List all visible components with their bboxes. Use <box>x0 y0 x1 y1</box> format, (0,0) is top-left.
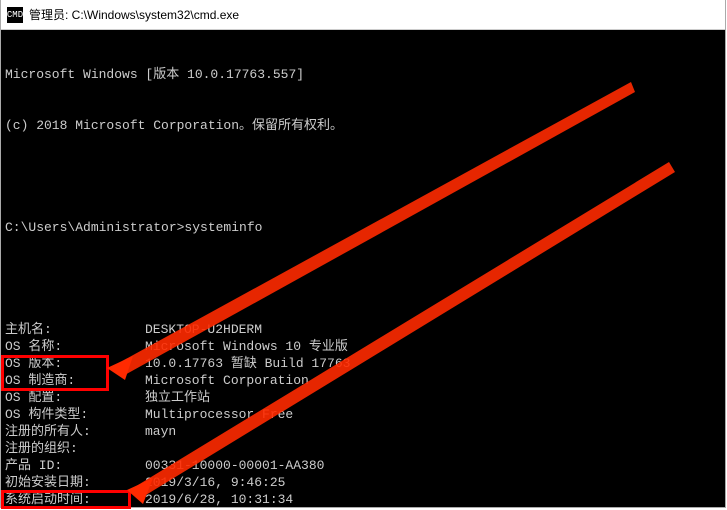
systeminfo-block: 主机名:DESKTOP-U2HDERMOS 名称:Microsoft Windo… <box>5 321 721 507</box>
info-label: OS 构件类型: <box>5 406 145 423</box>
info-label: OS 配置: <box>5 389 145 406</box>
info-row: OS 制造商:Microsoft Corporation <box>5 372 721 389</box>
blank-line <box>5 168 721 185</box>
info-label: 注册的组织: <box>5 440 145 457</box>
info-value: 独立工作站 <box>145 389 210 406</box>
cmd-icon: CMD <box>7 7 23 23</box>
prompt-line: C:\Users\Administrator>systeminfo <box>5 219 721 236</box>
info-value: 2019/6/28, 10:31:34 <box>145 491 293 507</box>
info-value: Multiprocessor Free <box>145 406 293 423</box>
banner-line: (c) 2018 Microsoft Corporation。保留所有权利。 <box>5 117 721 134</box>
titlebar[interactable]: CMD 管理员: C:\Windows\system32\cmd.exe <box>1 0 725 30</box>
info-row: 系统启动时间:2019/6/28, 10:31:34 <box>5 491 721 507</box>
info-value: 2019/3/16, 9:46:25 <box>145 474 285 491</box>
info-value: DESKTOP-U2HDERM <box>145 321 262 338</box>
info-row: OS 名称:Microsoft Windows 10 专业版 <box>5 338 721 355</box>
info-label: 系统启动时间: <box>5 491 145 507</box>
blank-line <box>5 270 721 287</box>
banner-line: Microsoft Windows [版本 10.0.17763.557] <box>5 66 721 83</box>
info-row: 注册的组织: <box>5 440 721 457</box>
info-row: 注册的所有人:mayn <box>5 423 721 440</box>
cmd-window: CMD 管理员: C:\Windows\system32\cmd.exe Mic… <box>0 0 726 508</box>
info-value: Microsoft Corporation <box>145 372 309 389</box>
info-row: 初始安装日期:2019/3/16, 9:46:25 <box>5 474 721 491</box>
info-row: OS 配置:独立工作站 <box>5 389 721 406</box>
info-label: OS 名称: <box>5 338 145 355</box>
info-row: OS 版本:10.0.17763 暂缺 Build 17763 <box>5 355 721 372</box>
info-label: 注册的所有人: <box>5 423 145 440</box>
info-value: Microsoft Windows 10 专业版 <box>145 338 348 355</box>
info-label: OS 版本: <box>5 355 145 372</box>
info-value: 10.0.17763 暂缺 Build 17763 <box>145 355 350 372</box>
info-label: 初始安装日期: <box>5 474 145 491</box>
info-value: 00331-10000-00001-AA380 <box>145 457 324 474</box>
info-row: 产品 ID:00331-10000-00001-AA380 <box>5 457 721 474</box>
console-output[interactable]: Microsoft Windows [版本 10.0.17763.557] (c… <box>1 30 725 507</box>
info-label: 主机名: <box>5 321 145 338</box>
info-row: OS 构件类型:Multiprocessor Free <box>5 406 721 423</box>
info-value: mayn <box>145 423 176 440</box>
window-title: 管理员: C:\Windows\system32\cmd.exe <box>29 6 239 23</box>
info-row: 主机名:DESKTOP-U2HDERM <box>5 321 721 338</box>
info-label: 产品 ID: <box>5 457 145 474</box>
info-label: OS 制造商: <box>5 372 145 389</box>
